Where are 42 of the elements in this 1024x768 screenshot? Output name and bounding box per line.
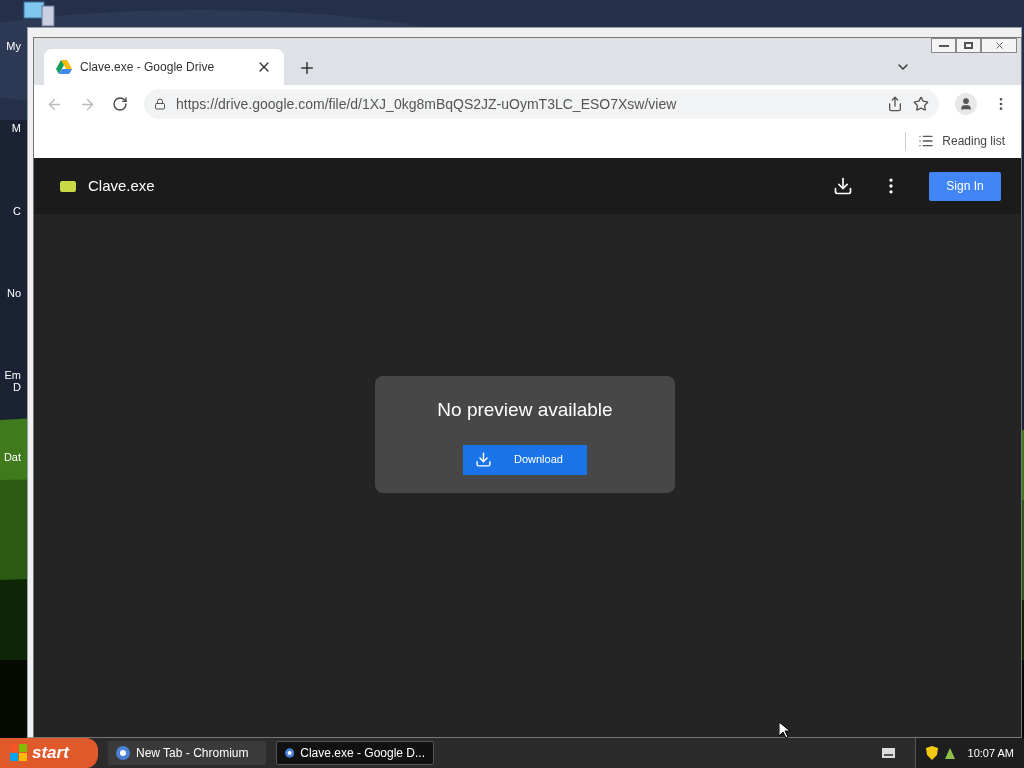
- reading-list-link[interactable]: Reading list: [942, 131, 1005, 150]
- drive-logo-icon: [56, 60, 72, 74]
- browser-icon: [285, 746, 295, 760]
- reload-icon[interactable]: [112, 96, 128, 112]
- start-button[interactable]: start: [0, 738, 98, 768]
- profile-icon[interactable]: [955, 93, 977, 115]
- url-text: https://drive.google.com/file/d/1XJ_0kg8mBqQS2JZ-uOymT3LC_ESO7Xsw/view: [176, 94, 678, 114]
- close-button[interactable]: [981, 38, 1017, 53]
- browser-tab[interactable]: Clave.exe - Google Drive: [44, 49, 284, 85]
- download-button[interactable]: Download: [463, 444, 587, 475]
- shield-icon: [925, 746, 938, 760]
- close-icon: [993, 40, 1005, 51]
- minimize-button[interactable]: [931, 38, 956, 53]
- download-icon[interactable]: [833, 176, 853, 196]
- network-icon: [943, 746, 956, 760]
- taskbar-task[interactable]: New Tab - Chromium: [108, 741, 266, 765]
- taskbar-task[interactable]: Clave.exe - Google D...: [276, 741, 434, 765]
- keyboard-icon: [881, 748, 895, 758]
- desktop-icon-label: D: [13, 380, 21, 395]
- windows-logo-icon: [10, 744, 28, 762]
- download-icon: [475, 451, 492, 468]
- file-icon: [60, 180, 76, 192]
- file-name: Clave.exe: [88, 175, 155, 196]
- computer-icon[interactable]: [22, 0, 56, 28]
- sign-in-button[interactable]: Sign In: [929, 171, 1001, 201]
- desktop-icon-label: C: [13, 204, 21, 219]
- clock: 10:07 AM: [967, 745, 1014, 761]
- desktop-icon-label: M: [11, 121, 21, 136]
- tab-title: Clave.exe - Google Drive: [80, 59, 216, 76]
- new-tab-icon[interactable]: [298, 59, 316, 77]
- mouse-cursor-icon: [779, 722, 790, 738]
- restore-button[interactable]: [956, 38, 981, 53]
- desktop-icon-label: No: [6, 286, 21, 301]
- desktop-icon-label: Em: [4, 368, 21, 383]
- desktop-icon-label: Dat: [3, 450, 21, 465]
- share-icon[interactable]: [887, 96, 903, 112]
- address-bar[interactable]: https://drive.google.com/file/d/1XJ_0kg8mBqQS2JZ-uOymT3LC_ESO7Xsw/view: [144, 89, 939, 119]
- lock-icon: [154, 98, 166, 110]
- bookmark-star-icon[interactable]: [913, 96, 929, 112]
- browser-icon: [116, 746, 130, 760]
- desktop-icon-label: My: [6, 39, 21, 54]
- no-preview-message: No preview available: [437, 398, 613, 422]
